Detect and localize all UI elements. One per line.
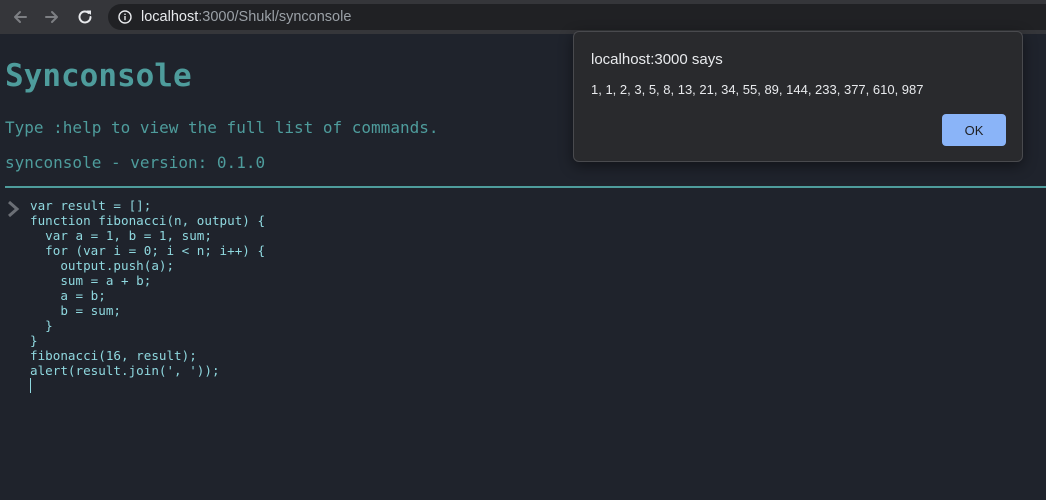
code-editor[interactable]: var result = []; function fibonacci(n, o… [30, 198, 1030, 398]
reload-button[interactable] [75, 7, 95, 27]
dialog-title: localhost:3000 says [591, 51, 723, 68]
divider [5, 186, 1046, 188]
arrow-right-icon [45, 11, 58, 23]
help-hint: Type :help to view the full list of comm… [5, 118, 439, 137]
chevron-right-icon [8, 200, 20, 218]
url-path: :3000/Shukl/synconsole [198, 9, 352, 25]
ok-button[interactable]: OK [942, 114, 1006, 146]
dialog-message: 1, 1, 2, 3, 5, 8, 13, 21, 34, 55, 89, 14… [591, 82, 924, 97]
alert-dialog: localhost:3000 says 1, 1, 2, 3, 5, 8, 13… [573, 31, 1023, 162]
browser-toolbar: localhost:3000/Shukl/synconsole [0, 0, 1046, 34]
url-host: localhost [141, 9, 199, 25]
page-title: Synconsole [5, 58, 192, 94]
url-text[interactable]: localhost:3000/Shukl/synconsole [141, 9, 351, 25]
arrow-left-icon [14, 11, 27, 23]
reload-icon [78, 10, 92, 24]
text-caret [30, 378, 31, 393]
back-button[interactable] [10, 7, 30, 27]
version-text: synconsole - version: 0.1.0 [5, 153, 266, 172]
info-circle-icon[interactable] [118, 10, 132, 24]
address-bar[interactable]: localhost:3000/Shukl/synconsole [108, 4, 1046, 30]
forward-button[interactable] [42, 7, 62, 27]
